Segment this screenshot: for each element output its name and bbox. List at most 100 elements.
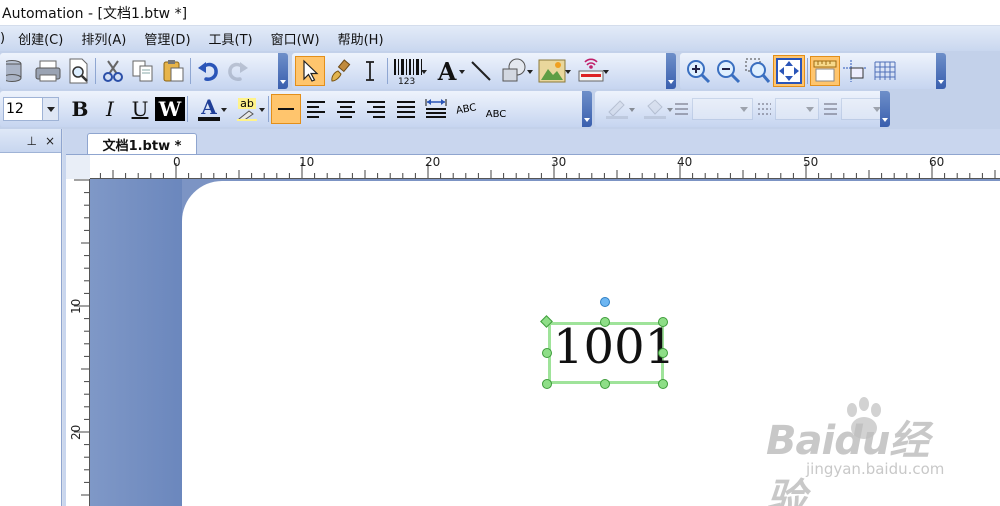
chevron-down-icon[interactable]	[42, 98, 58, 120]
line-weight-combo[interactable]	[692, 98, 753, 120]
title-bar: Automation - [文档1.btw *]	[0, 0, 1000, 25]
fill-color-button[interactable]	[636, 94, 674, 124]
line-tool-button[interactable]	[466, 56, 496, 86]
resize-handle-top-right[interactable]	[658, 317, 668, 327]
menu-item-create[interactable]: 创建(C)	[9, 29, 72, 48]
database-button[interactable]	[3, 56, 33, 86]
font-color-icon: A	[198, 97, 220, 121]
font-size-combo[interactable]: 12	[3, 97, 59, 121]
resize-handle-left[interactable]	[542, 348, 552, 358]
watermark-brand: Baidu经验	[766, 418, 929, 506]
menu-item-arrange[interactable]: 排列(A)	[72, 29, 135, 48]
ruler-label: 10	[299, 155, 314, 169]
align-justify-icon	[397, 101, 415, 118]
rotate-handle[interactable]	[600, 297, 610, 307]
menu-item-help[interactable]: 帮助(H)	[329, 29, 393, 48]
tab-label: 文档1.btw *	[102, 139, 182, 154]
resize-handle-bottom-right[interactable]	[658, 379, 668, 389]
underline-button[interactable]: U	[125, 94, 155, 124]
line-style-icon	[824, 103, 838, 115]
align-center-icon	[337, 101, 355, 118]
ruler-label: 30	[551, 155, 566, 169]
grid-button[interactable]	[870, 56, 900, 86]
bold-button[interactable]: B	[65, 94, 95, 124]
menu-item-manage[interactable]: 管理(D)	[135, 29, 199, 48]
chevron-down-icon	[527, 70, 533, 74]
ruler-label: 50	[803, 155, 818, 169]
line-weight-icon	[675, 103, 689, 115]
fit-text-button[interactable]	[421, 94, 451, 124]
resize-handle-bottom-left[interactable]	[542, 379, 552, 389]
ruler-corner	[66, 155, 90, 179]
toolbar-options-grip[interactable]	[666, 53, 676, 89]
arc-text-button[interactable]: ABC	[451, 94, 481, 124]
scissors-icon	[103, 60, 123, 82]
pin-icon[interactable]: ⊥	[26, 134, 36, 148]
rulers-button[interactable]	[810, 56, 840, 86]
bold-icon: B	[71, 97, 89, 121]
toolbar-options-grip[interactable]	[582, 91, 592, 127]
fit-to-window-button[interactable]	[773, 55, 805, 87]
picture-tool-button[interactable]	[534, 56, 572, 86]
line-color-button[interactable]	[598, 94, 636, 124]
justify-button[interactable]	[391, 94, 421, 124]
italic-button[interactable]: I	[95, 94, 125, 124]
chevron-down-icon	[459, 70, 465, 74]
fit-text-icon	[425, 99, 447, 118]
print-button[interactable]	[33, 56, 63, 86]
menu-item-partial[interactable]: )	[0, 31, 9, 46]
database-icon	[6, 60, 22, 82]
zoom-in-button[interactable]	[683, 56, 713, 86]
align-left-button[interactable]	[301, 94, 331, 124]
font-color-button[interactable]: A	[190, 94, 228, 124]
horizontal-ruler[interactable]: 0 10 20 30 40 50 60	[90, 155, 1000, 179]
shapes-icon	[502, 58, 526, 82]
snap-guides-button[interactable]	[840, 56, 870, 86]
close-icon[interactable]: ×	[45, 134, 55, 148]
select-tool-button[interactable]	[295, 56, 325, 86]
rfid-tool-button[interactable]	[572, 56, 610, 86]
toolbar-separator	[190, 58, 191, 84]
no-alignment-button[interactable]	[271, 94, 301, 124]
chevron-down-icon	[565, 70, 571, 74]
shape-tool-button[interactable]	[496, 56, 534, 86]
paste-button[interactable]	[158, 56, 188, 86]
barcode-tool-button[interactable]: 123	[390, 56, 428, 86]
text-cursor-tool-button[interactable]	[355, 56, 385, 86]
line-dash-combo[interactable]	[774, 98, 820, 120]
toolbar-options-grip[interactable]	[278, 53, 288, 89]
ruler-label: 60	[929, 155, 944, 169]
highlight-letters: ab	[238, 96, 256, 110]
menu-item-tools[interactable]: 工具(T)	[200, 29, 262, 48]
text-tool-button[interactable]: A	[428, 56, 466, 86]
menu-item-window[interactable]: 窗口(W)	[262, 29, 329, 48]
print-preview-button[interactable]	[63, 56, 93, 86]
text-object[interactable]: 1001	[553, 323, 675, 371]
format-painter-button[interactable]	[325, 56, 355, 86]
chevron-down-icon	[421, 70, 427, 74]
zoom-out-button[interactable]	[713, 56, 743, 86]
vertical-ruler[interactable]: 10 20	[66, 179, 90, 506]
arrow-cursor-icon	[303, 59, 319, 82]
highlighter-icon: ab	[235, 96, 259, 121]
pen-color-icon	[606, 100, 628, 119]
align-center-button[interactable]	[331, 94, 361, 124]
resize-handle-bottom[interactable]	[600, 379, 610, 389]
align-right-button[interactable]	[361, 94, 391, 124]
cut-button[interactable]	[98, 56, 128, 86]
redo-button[interactable]	[223, 56, 253, 86]
resize-handle-top[interactable]	[600, 317, 610, 327]
zoom-window-button[interactable]	[743, 56, 773, 86]
resize-handle-right[interactable]	[658, 348, 668, 358]
toolbar-options-grip[interactable]	[880, 91, 890, 127]
barcode-digits: 123	[398, 77, 415, 85]
highlight-color-button[interactable]: ab	[228, 94, 266, 124]
baseline-text-button[interactable]: ABC	[481, 94, 511, 124]
tab-document-1[interactable]: 文档1.btw *	[87, 133, 197, 155]
undo-button[interactable]	[193, 56, 223, 86]
copy-button[interactable]	[128, 56, 158, 86]
inverse-text-button[interactable]: W	[154, 94, 186, 124]
toolbar-options-grip[interactable]	[936, 53, 946, 89]
watermark-url: jingyan.baidu.com	[806, 460, 945, 478]
fit-window-icon	[776, 58, 802, 84]
